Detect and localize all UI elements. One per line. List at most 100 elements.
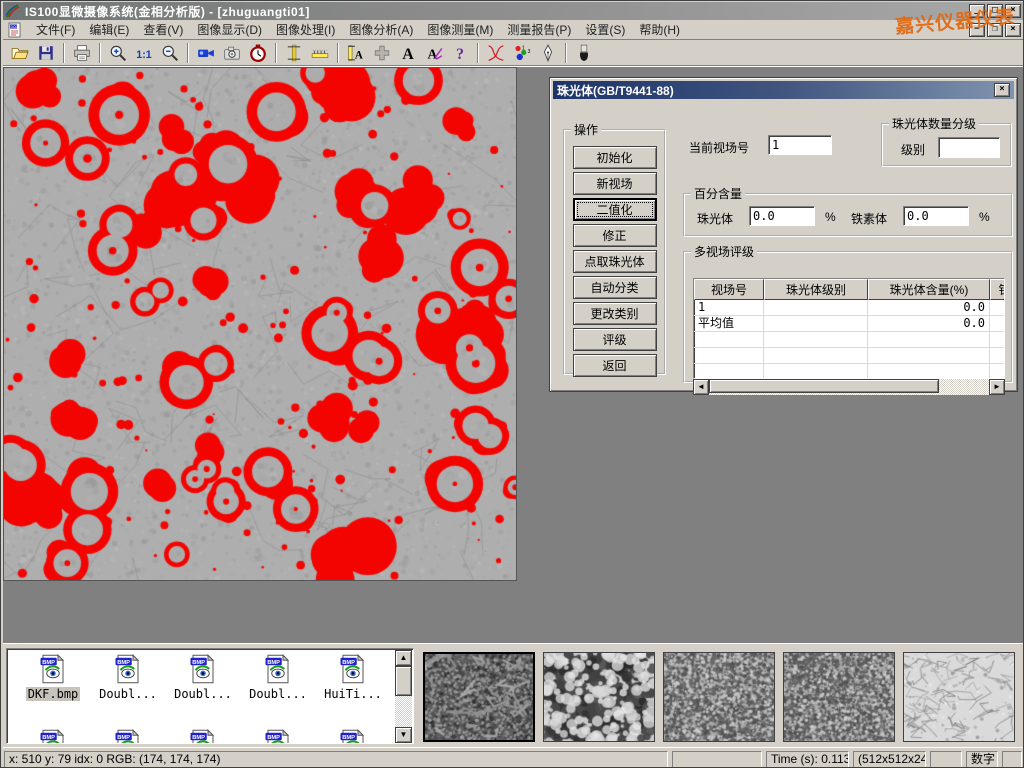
menu-item-8[interactable]: 测量报告(P) [500, 19, 578, 40]
new-field-button[interactable]: 新视场 [573, 172, 657, 195]
save-icon[interactable] [33, 41, 59, 65]
file-item-2[interactable]: BMPDoubl... [92, 654, 164, 701]
table-header-4[interactable]: 铁素体含量(%) [990, 279, 1005, 300]
table-row-4[interactable] [694, 348, 1004, 364]
svg-text:BMP: BMP [42, 735, 55, 741]
thumbnail-3[interactable] [663, 652, 775, 742]
auto-classify-button[interactable]: 自动分类 [573, 276, 657, 299]
scroll-left-icon[interactable]: ◄ [693, 379, 709, 395]
file-item-5[interactable]: BMPHuiTi... [317, 654, 389, 701]
rating-table-body: 10.0平均值0.0 [694, 300, 1004, 379]
thumbnail-4[interactable] [783, 652, 895, 742]
bmp-file-icon: BMP [17, 729, 89, 744]
svg-text:BMP: BMP [342, 735, 355, 741]
binarize-button[interactable]: 二值化 [573, 198, 657, 221]
ferrite-percent-input[interactable] [903, 206, 969, 226]
current-field-input[interactable] [768, 135, 832, 155]
pearlite-percent-input[interactable] [749, 206, 815, 226]
text-edit-icon[interactable]: A [421, 41, 447, 65]
correct-button[interactable]: 修正 [573, 224, 657, 247]
ruler-horizontal-icon[interactable] [307, 41, 333, 65]
scroll-down-icon[interactable]: ▼ [395, 727, 412, 743]
file-item-3[interactable]: BMPDoubl... [167, 654, 239, 701]
table-header-3[interactable]: 珠光体含量(%) [868, 279, 990, 300]
print-icon[interactable] [69, 41, 95, 65]
menu-item-1[interactable]: 文件(F) [29, 19, 82, 40]
return-button[interactable]: 返回 [573, 354, 657, 377]
menu-item-5[interactable]: 图像处理(I) [269, 19, 342, 40]
file-item-4[interactable]: BMPDoubl... [242, 654, 314, 701]
grade-button[interactable]: 评级 [573, 328, 657, 351]
mdi-minimize-button[interactable]: − [969, 23, 985, 37]
file-name: DKF.bmp [26, 687, 81, 701]
brush-icon[interactable] [571, 41, 597, 65]
point-label-icon[interactable]: 13 [509, 41, 535, 65]
menu-item-10[interactable]: 帮助(H) [632, 19, 687, 40]
level-input[interactable] [938, 137, 1000, 158]
menu-item-6[interactable]: 图像分析(A) [342, 19, 420, 40]
table-cell: 0.0 [868, 316, 990, 331]
measure-text-icon[interactable]: A [343, 41, 369, 65]
move-cross-icon[interactable] [369, 41, 395, 65]
table-row-5[interactable] [694, 364, 1004, 379]
pick-pearlite-button[interactable]: 点取珠光体 [573, 250, 657, 273]
table-header-1[interactable]: 视场号 [694, 279, 764, 300]
mdi-workspace: 珠光体(GB/T9441-88) × 操作 初始化新视场二值化修正点取珠光体自动… [3, 67, 1023, 643]
micrograph-image[interactable] [3, 67, 517, 581]
caliper-vertical-icon[interactable] [281, 41, 307, 65]
zoom-in-icon[interactable] [105, 41, 131, 65]
table-row-3[interactable] [694, 332, 1004, 348]
current-field-label: 当前视场号 [689, 139, 749, 156]
minimize-button[interactable]: _ [969, 4, 985, 18]
table-cell [764, 300, 868, 315]
file-item-row2-1[interactable]: BMP [17, 729, 89, 744]
scroll-up-icon[interactable]: ▲ [395, 650, 412, 666]
file-list-scrollbar[interactable]: ▲ ▼ [395, 650, 412, 743]
level-label: 级别 [901, 141, 925, 158]
multi-field-group: 多视场评级 视场号珠光体级别珠光体含量(%)铁素体含量(%) 10.0平均值0.… [683, 243, 1013, 383]
table-horizontal-scrollbar[interactable]: ◄ ► [693, 379, 1005, 395]
thumbnail-2[interactable] [543, 652, 655, 742]
file-item-row2-2[interactable]: BMP [92, 729, 164, 744]
pen-icon[interactable] [535, 41, 561, 65]
svg-text:BMP: BMP [42, 660, 55, 666]
menu-item-2[interactable]: 编辑(E) [82, 19, 136, 40]
close-button[interactable]: × [1005, 4, 1021, 18]
dialog-title-bar: 珠光体(GB/T9441-88) × [553, 81, 1014, 99]
toolbar-separator [99, 43, 101, 63]
file-item-row2-5[interactable]: BMP [317, 729, 389, 744]
scrollbar-track[interactable] [709, 379, 989, 395]
dialog-close-button[interactable]: × [994, 83, 1010, 97]
open-folder-icon[interactable] [7, 41, 33, 65]
mdi-close-button[interactable]: × [1005, 23, 1021, 37]
help-icon[interactable]: ? [447, 41, 473, 65]
menu-item-4[interactable]: 图像显示(D) [190, 19, 269, 40]
camera-icon[interactable] [219, 41, 245, 65]
menu-item-9[interactable]: 设置(S) [578, 19, 632, 40]
mdi-restore-button[interactable]: ❐ [987, 23, 1003, 37]
timer-icon[interactable] [245, 41, 271, 65]
file-item-row2-3[interactable]: BMP [167, 729, 239, 744]
table-row-2[interactable]: 平均值0.0 [694, 316, 1004, 332]
actual-size-icon[interactable]: 1:1 [131, 41, 157, 65]
change-class-button[interactable]: 更改类别 [573, 302, 657, 325]
svg-text:BMP: BMP [192, 660, 205, 666]
menu-item-7[interactable]: 图像测量(M) [420, 19, 500, 40]
file-item-1[interactable]: BMP DKF.bmp [17, 654, 89, 701]
menu-bar: DOC 文件(F)编辑(E)查看(V)图像显示(D)图像处理(I)图像分析(A)… [3, 20, 1023, 40]
table-row-1[interactable]: 10.0 [694, 300, 1004, 316]
file-item-row2-4[interactable]: BMP [242, 729, 314, 744]
scroll-right-icon[interactable]: ► [989, 379, 1005, 395]
video-camera-icon[interactable] [193, 41, 219, 65]
zoom-out-icon[interactable] [157, 41, 183, 65]
scrollbar-thumb[interactable] [709, 379, 939, 393]
init-button[interactable]: 初始化 [573, 146, 657, 169]
menu-item-3[interactable]: 查看(V) [136, 19, 190, 40]
thumbnail-1[interactable] [423, 652, 535, 742]
curve-tool-icon[interactable] [483, 41, 509, 65]
maximize-button[interactable]: □ [987, 4, 1003, 18]
text-icon[interactable]: A [395, 41, 421, 65]
table-header-2[interactable]: 珠光体级别 [764, 279, 868, 300]
file-scrollbar-thumb[interactable] [395, 666, 412, 696]
thumbnail-5[interactable] [903, 652, 1015, 742]
